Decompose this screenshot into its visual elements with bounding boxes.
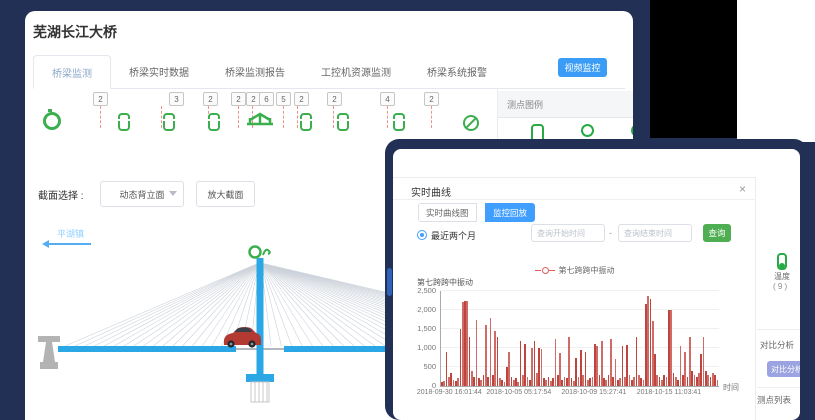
chevron-down-icon (169, 191, 177, 196)
link-sensor-icon[interactable] (393, 113, 405, 131)
query-start-time-input[interactable] (531, 224, 605, 242)
sensor-dash-line (297, 106, 298, 128)
divider (757, 387, 800, 388)
sensor-count-badge: 6 (259, 92, 274, 106)
sensor-dash-line (283, 106, 284, 128)
dialog-title: 实时曲线 (411, 184, 451, 199)
legend-marker-icon (535, 267, 555, 274)
link-sensor-icon[interactable] (208, 113, 220, 131)
main-tab[interactable]: 工控机资源监测 (303, 55, 409, 88)
tab-monitor-playback[interactable]: 监控回放 (485, 203, 535, 222)
compare-analysis-section-label: 对比分析 (760, 339, 794, 351)
sensor-count-badge: 4 (380, 92, 395, 106)
sensor-count-badge: 2 (231, 92, 246, 106)
sensor-count-badge: 3 (169, 92, 184, 106)
link-sensor-icon[interactable] (300, 113, 312, 131)
vibration-chart-plot: 05001,0001,5002,0002,500 2018-09-30 16:0… (440, 291, 719, 387)
main-tab[interactable]: 桥梁系统报警 (409, 55, 505, 88)
main-tab[interactable]: 桥梁监测 (33, 55, 111, 89)
modal-window: 实时曲线 × 实时曲线图 监控回放 最近两个月 - 查询 第七跨跨中振动 第七跨… (393, 149, 800, 420)
truss-sensor-icon[interactable] (246, 110, 274, 128)
legend-sensor-icon (581, 124, 594, 137)
section-select-dropdown[interactable]: 动态背立面 (100, 181, 184, 207)
sensor-count-badge: 2 (93, 92, 108, 106)
stopwatch-sensor-icon[interactable] (43, 112, 61, 130)
bridge-deck-left (58, 346, 236, 352)
sensor-count-badge: 2 (424, 92, 439, 106)
realtime-curve-dialog: 实时曲线 × 实时曲线图 监控回放 最近两个月 - 查询 第七跨跨中振动 第七跨… (393, 177, 756, 420)
sensor-count-badge: 2 (203, 92, 218, 106)
link-sensor-icon[interactable] (163, 113, 175, 131)
bridge-tower (257, 258, 264, 374)
background-black-block (650, 0, 737, 138)
sensor-count-badge: 2 (327, 92, 342, 106)
x-axis-label: 时间 (723, 382, 739, 393)
bridge-abutment (38, 336, 60, 369)
close-icon[interactable]: × (739, 182, 746, 196)
section-select-value: 动态背立面 (119, 188, 164, 201)
main-tab[interactable]: 桥梁实时数据 (111, 55, 207, 88)
query-button[interactable]: 查询 (703, 224, 731, 242)
sensor-dash-line (387, 106, 388, 128)
prohibited-sensor-icon[interactable] (463, 115, 479, 131)
page-title: 芜湖长江大桥 (33, 22, 117, 42)
link-sensor-icon[interactable] (118, 113, 130, 131)
main-tab[interactable]: 桥梁监测报告 (207, 55, 303, 88)
main-tab-bar: 桥梁监测 桥梁实时数据 桥梁监测报告 工控机资源监测 桥梁系统报警 (33, 55, 625, 89)
compare-analysis-button[interactable]: 对比分析 (767, 361, 800, 377)
legend-panel-title: 测点图例 (498, 91, 633, 118)
sensor-count-badge: 2 (294, 92, 309, 106)
radio-label: 最近两个月 (431, 229, 476, 242)
temperature-label: 温度 (774, 271, 790, 282)
sensor-dash-line (431, 106, 432, 128)
divider (393, 199, 756, 200)
point-list-section-label: 测点列表 (757, 394, 791, 406)
legend-sensor-icon (631, 124, 633, 137)
legend-panel-icons (498, 118, 633, 141)
bridge-pier-cap (246, 374, 274, 382)
sensor-dash-line (333, 106, 334, 128)
section-select-label: 截面选择 : (38, 187, 84, 202)
date-range-separator: - (609, 228, 612, 238)
car-image (224, 327, 261, 348)
link-sensor-icon[interactable] (337, 113, 349, 131)
temperature-count: ( 9 ) (773, 282, 787, 291)
last-two-months-radio[interactable] (417, 230, 427, 240)
tab-realtime-curve[interactable]: 实时曲线图 (418, 203, 477, 222)
thermometer-icon[interactable] (777, 253, 787, 270)
video-monitor-button[interactable]: 视频监控 (558, 58, 607, 77)
bridge-pier (251, 382, 269, 402)
sensor-strip: 23222652242 (25, 89, 497, 141)
chart-legend: 第七跨跨中振动 (393, 265, 756, 276)
sensor-dash-line (161, 106, 162, 128)
query-end-time-input[interactable] (618, 224, 692, 242)
sensor-dash-line (100, 106, 101, 128)
tower-sensor-icon[interactable] (250, 247, 270, 258)
sensor-count-badge: 5 (276, 92, 291, 106)
divider (757, 329, 800, 330)
legend-series-label: 第七跨跨中振动 (559, 265, 615, 276)
zoom-section-button[interactable]: 放大截面 (196, 181, 255, 207)
background-white-block (737, 0, 815, 142)
sensor-dash-line (238, 106, 239, 128)
scrollbar-thumb[interactable] (387, 268, 392, 296)
